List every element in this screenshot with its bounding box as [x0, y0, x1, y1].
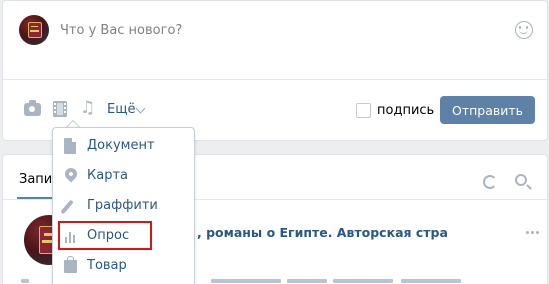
menu-item-map[interactable]: Карта [53, 162, 194, 192]
menu-item-label: Граффити [87, 198, 158, 213]
search-icon[interactable] [515, 174, 527, 186]
post-more-icon[interactable] [526, 231, 529, 234]
composer-divider [3, 79, 547, 80]
menu-item-label: Товар [87, 258, 127, 273]
emoji-icon[interactable] [515, 21, 533, 39]
map-pin-icon [62, 165, 80, 183]
send-button[interactable]: Отправить [440, 96, 535, 124]
video-icon[interactable] [53, 101, 67, 117]
attach-menu: Документ Карта Граффити Опрос Товар [52, 127, 195, 284]
bag-icon [64, 256, 77, 273]
camera-icon[interactable] [24, 100, 41, 116]
user-avatar[interactable] [19, 15, 49, 45]
menu-item-product[interactable]: Товар [53, 252, 194, 282]
tab-posts[interactable]: Запи [19, 172, 52, 187]
brush-icon [60, 199, 74, 215]
menu-item-label: Карта [87, 168, 128, 183]
signature-label[interactable]: подпись [377, 103, 434, 118]
document-icon [64, 138, 76, 154]
menu-item-document[interactable]: Документ [53, 132, 194, 162]
chevron-down-icon[interactable] [135, 103, 146, 114]
more-button[interactable]: Ещё [107, 102, 135, 117]
signature-checkbox[interactable] [356, 103, 371, 118]
music-icon[interactable]: ♫ [80, 99, 95, 117]
post-author-title[interactable]: , романы о Египте. Авторская стра [197, 225, 448, 240]
menu-item-graffiti[interactable]: Граффити [53, 192, 194, 222]
whats-new-input[interactable]: Что у Вас нового? [60, 23, 182, 38]
post-composer: Что у Вас нового? ♫ Ещё подпись Отправит… [2, 0, 548, 141]
menu-item-label: Документ [87, 138, 155, 153]
poll-highlight-box [58, 221, 152, 250]
refresh-icon[interactable] [483, 175, 497, 189]
